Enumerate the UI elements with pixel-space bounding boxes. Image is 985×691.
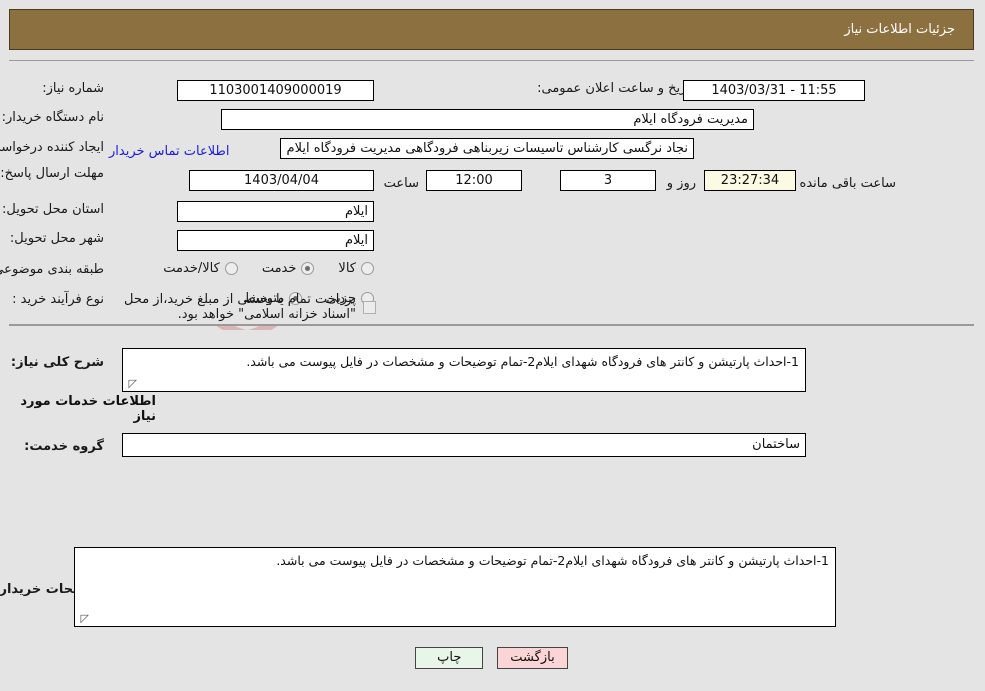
general-description-label: شرح کلی نیاز: xyxy=(11,355,105,370)
delivery-city-value: ایلام xyxy=(178,230,375,251)
buyer-org-row: نام دستگاه خریدار: xyxy=(3,110,105,125)
announce-datetime-row: تاریخ و ساعت اعلان عمومی: xyxy=(538,81,695,96)
buyer-notes-textarea[interactable]: 1-احداث پارتیشن و کانتر های فرودگاه شهدا… xyxy=(75,547,837,627)
radio-label-kala: کالا xyxy=(339,261,357,276)
radio-label-khedmat: خدمت xyxy=(262,261,298,276)
general-description-textarea[interactable]: 1-احداث پارتیشن و کانتر های فرودگاه شهدا… xyxy=(123,348,807,392)
radio-option-kala-khedmat[interactable]: کالا/خدمت xyxy=(164,261,239,276)
service-group-row: گروه خدمت: xyxy=(25,439,105,454)
page-title: جزئیات اطلاعات نیاز xyxy=(845,22,956,37)
general-description-row: شرح کلی نیاز: xyxy=(12,355,105,370)
purchase-process-row: نوع فرآیند خرید : xyxy=(13,292,105,307)
deadline-days-value: 3 xyxy=(561,170,657,191)
remaining-time-label: ساعت باقی مانده xyxy=(800,176,897,191)
delivery-province-label: استان محل تحویل: xyxy=(3,202,105,217)
subject-classification-row: طبقه بندی موضوعی: xyxy=(0,262,105,277)
purchase-process-label: نوع فرآیند خرید : xyxy=(13,292,105,307)
need-number-label: شماره نیاز: xyxy=(43,81,105,96)
announce-datetime-label: تاریخ و ساعت اعلان عمومی: xyxy=(538,81,695,96)
treasury-payment-label: پرداخت تمام یا بخشی از مبلغ خرید،از محل … xyxy=(124,292,357,322)
treasury-payment-wrap: پرداخت تمام یا بخشی از مبلغ خرید،از محل … xyxy=(120,292,377,322)
buyer-org-value: مدیریت فرودگاه ایلام xyxy=(222,109,755,130)
countdown-timer: 23:27:34 xyxy=(705,170,797,191)
deadline-label: مهلت ارسال پاسخ: تا تاریخ: xyxy=(0,166,105,181)
delivery-city-row: شهر محل تحویل: xyxy=(11,231,105,246)
requester-label: ایجاد کننده درخواست: xyxy=(0,140,105,155)
radio-icon-khedmat[interactable] xyxy=(302,262,316,275)
buyer-contact-link[interactable]: اطلاعات تماس خریدار xyxy=(110,144,230,159)
service-group-value: ساختمان xyxy=(123,433,807,457)
deadline-time-value: 12:00 xyxy=(427,170,523,191)
print-button[interactable]: چاپ xyxy=(416,647,485,669)
buyer-org-label: نام دستگاه خریدار: xyxy=(2,110,105,125)
buyer-notes-value: 1-احداث پارتیشن و کانتر های فرودگاه شهدا… xyxy=(277,553,830,568)
requester-value: نجاد نرگسی کارشناس تاسیسات زیربناهی فرود… xyxy=(281,138,695,159)
deadline-date-value: 1403/04/04 xyxy=(190,170,375,191)
resize-grip-icon-notes[interactable]: ◸ xyxy=(78,613,90,625)
need-number-value: 1103001409000019 xyxy=(178,80,375,101)
radio-label-kala-khedmat: کالا/خدمت xyxy=(164,261,221,276)
radio-icon-kala[interactable] xyxy=(362,262,375,275)
announce-datetime-value: 1403/03/31 - 11:55 xyxy=(684,80,866,101)
treasury-payment-checkbox[interactable] xyxy=(364,300,377,314)
footer-button-bar: بازگشت چاپ xyxy=(0,647,985,669)
back-button[interactable]: بازگشت xyxy=(498,647,569,669)
radio-icon-kala-khedmat[interactable] xyxy=(225,262,239,275)
requester-row: ایجاد کننده درخواست: xyxy=(0,140,105,155)
subject-classification-label: طبقه بندی موضوعی: xyxy=(0,262,105,277)
deadline-time-label: ساعت xyxy=(384,176,420,191)
deadline-label-wrap: مهلت ارسال پاسخ: تا تاریخ: xyxy=(0,163,105,182)
general-description-value: 1-احداث پارتیشن و کانتر های فرودگاه شهدا… xyxy=(247,354,800,369)
services-section-title: اطلاعات خدمات مورد نیاز xyxy=(21,394,157,424)
radio-option-kala[interactable]: کالا xyxy=(339,261,375,276)
radio-option-khedmat[interactable]: خدمت xyxy=(263,261,316,276)
deadline-days-label: روز و xyxy=(667,176,697,191)
need-number-row: شماره نیاز: xyxy=(43,81,105,96)
delivery-city-label: شهر محل تحویل: xyxy=(10,231,105,246)
resize-grip-icon[interactable]: ◸ xyxy=(126,378,138,390)
subject-classification-options: کالا خدمت کالا/خدمت xyxy=(140,261,375,276)
page-header: جزئیات اطلاعات نیاز xyxy=(10,9,975,50)
delivery-province-value: ایلام xyxy=(178,201,375,222)
service-group-label: گروه خدمت: xyxy=(25,439,105,454)
delivery-province-row: استان محل تحویل: xyxy=(3,202,105,217)
